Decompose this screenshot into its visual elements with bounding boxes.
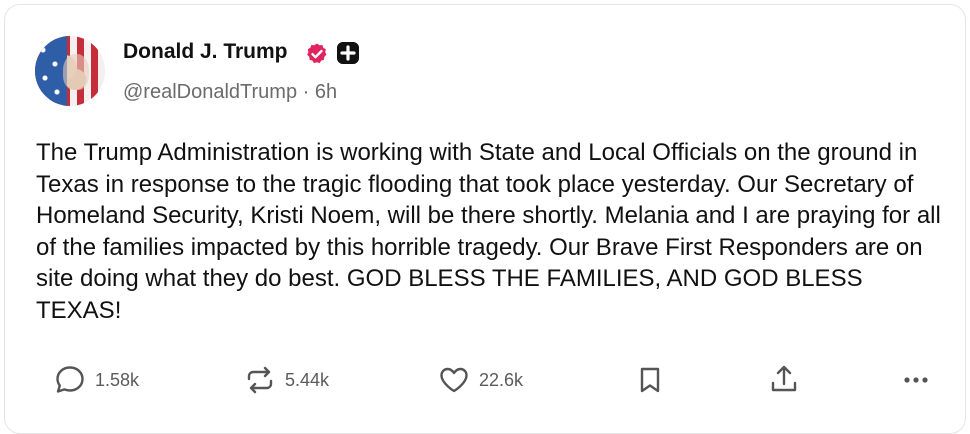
like-button[interactable]: 22.6k [437,360,523,400]
more-button[interactable] [899,360,933,400]
repost-count: 5.44k [285,369,330,390]
comment-icon [56,366,84,393]
reply-button[interactable]: 1.58k [53,360,139,400]
post-card: Donald J. Trump @realDonaldTrump · 6h Th… [4,4,966,434]
bookmark-button[interactable] [633,360,667,400]
repost-button[interactable]: 5.44k [243,360,329,400]
repost-icon [247,366,273,394]
post-text: The Trump Administration is working with… [36,139,941,324]
timestamp[interactable]: 6h [315,81,337,103]
separator: · [297,81,315,103]
bookmark-icon [640,367,660,393]
avatar[interactable] [35,36,105,106]
share-icon [771,365,797,392]
verified-check-icon [307,43,327,64]
plus-icon [337,42,359,64]
heart-icon [440,367,468,393]
handle[interactable]: @realDonaldTrump [123,81,297,103]
author-name[interactable]: Donald J. Trump [123,40,288,64]
share-button[interactable] [767,360,801,400]
reply-count: 1.58k [95,369,140,390]
action-bar: 1.58k 5.44k 22.6k [5,360,965,404]
more-icon [904,377,928,383]
handle-line: @realDonaldTrump · 6h [123,81,337,104]
like-count: 22.6k [479,369,524,390]
